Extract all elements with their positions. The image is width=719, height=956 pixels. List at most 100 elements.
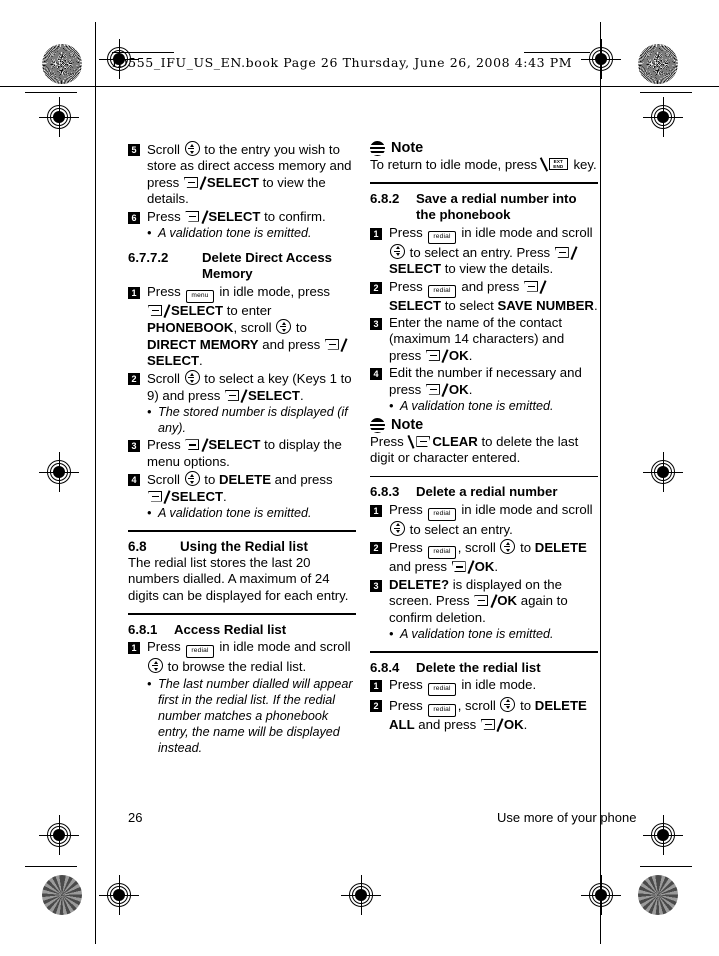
step-text: Press redial in idle mode and scroll to … — [389, 224, 593, 277]
softkey-icon — [451, 560, 475, 575]
note-block: Note To return to idle mode, press EXT END… — [370, 140, 598, 173]
emphasis-text: SELECT — [389, 261, 442, 277]
scroll-updown-icon — [276, 319, 292, 335]
bullet-text: A validation tone is emitted. — [400, 399, 554, 414]
redial-key-icon: redial — [428, 507, 456, 521]
step-bullet: • The stored number is displayed (if any)… — [147, 404, 356, 436]
emphasis-text: OK — [503, 716, 524, 732]
step-text: Scroll to select a key (Keys 1 to 9) and… — [147, 370, 352, 403]
header-file-info: ID555_IFU_US_EN.book Page 26 Thursday, J… — [112, 55, 573, 70]
emphasis-text: SELECT — [247, 387, 300, 403]
softkey-icon — [224, 389, 248, 403]
emphasis-text: SELECT — [208, 437, 261, 453]
section-title: Delete Direct Access Memory — [202, 250, 332, 282]
instruction-step: 5 Scroll to the entry you wish to store a… — [128, 141, 356, 208]
note-title: Note — [391, 417, 424, 434]
section-intro: The redial list stores the last 20 numbe… — [128, 554, 349, 603]
section-number: 6.8.3 — [370, 484, 400, 500]
crop-line-bottom-right-vertical — [600, 892, 601, 944]
end-key-icon: EXT END — [539, 157, 568, 172]
scroll-updown-icon — [184, 471, 200, 487]
step-text: Press SELECT to confirm. — [147, 208, 326, 224]
emphasis-text: OK — [497, 593, 518, 609]
scroll-updown-icon — [148, 658, 163, 674]
header-bottom-rule — [0, 86, 719, 87]
section-number: 6.8 — [128, 538, 147, 554]
crop-line-right-horizontal-top — [640, 92, 692, 93]
instruction-step: 3 Press SELECT to display the menu option… — [128, 437, 356, 470]
header-rule-left — [112, 52, 174, 53]
emphasis-text: DIRECT MEMORY — [147, 336, 259, 352]
step-text: Enter the name of the contact (maximum 1… — [389, 315, 565, 363]
instruction-step: 2 Press redial, scroll to DELETE and pres… — [370, 539, 598, 575]
softkey-icon — [425, 382, 449, 397]
note-block: Note Press CLEAR to delete the last digit… — [370, 417, 598, 467]
instruction-step: 3 Enter the name of the contact (maximum … — [370, 315, 598, 364]
note-icon — [370, 140, 385, 156]
softkey-icon — [523, 279, 547, 294]
step-bullet: • A validation tone is emitted. — [147, 225, 356, 241]
registration-mark-bottom-right-inner — [581, 875, 621, 915]
section-divider — [128, 529, 356, 532]
softkey-icon — [554, 246, 578, 260]
step-number: 1 — [128, 642, 140, 655]
emphasis-text: DELETE? — [389, 576, 450, 592]
step-text: DELETE? is displayed on the screen. Pres… — [389, 576, 568, 625]
emphasis-text: SELECT — [389, 297, 442, 313]
softkey-icon — [324, 337, 348, 352]
softkey-icon — [148, 304, 171, 318]
bullet-marker: • — [147, 505, 152, 520]
emphasis-text: DELETE — [218, 472, 271, 488]
redial-key-icon: redial — [428, 682, 456, 696]
bullet-marker: • — [147, 226, 152, 241]
crop-line-left-horizontal-bottom — [25, 866, 77, 867]
note-text: To return to idle mode, press EXT END key… — [370, 157, 597, 172]
section-divider — [370, 182, 598, 184]
softkey-icon — [183, 176, 207, 190]
bullet-text: A validation tone is emitted. — [158, 226, 312, 241]
section-title: Delete the redial list — [416, 659, 541, 675]
section-heading: 6.8 Using the Redial list — [128, 539, 356, 555]
note-icon — [370, 417, 385, 433]
section-heading: 6.8.3 Delete a redial number — [370, 484, 598, 500]
registration-mark-left-middle — [39, 452, 79, 492]
instruction-step: 1 Press menu in idle mode, press SELECT t… — [128, 284, 356, 370]
step-bullet: • The last number dialled will appear fir… — [147, 676, 356, 756]
step-number: 1 — [128, 286, 140, 299]
section-divider — [370, 650, 598, 653]
step-number: 1 — [370, 679, 382, 692]
crop-line-middle-left-vertical — [95, 74, 96, 892]
crop-line-left-horizontal-top — [25, 92, 77, 93]
step-number: 1 — [370, 227, 382, 240]
bullet-text: A validation tone is emitted. — [400, 626, 554, 641]
instruction-step: 6 Press SELECT to confirm. — [128, 209, 356, 225]
step-number: 4 — [128, 474, 140, 487]
note-title: Note — [391, 140, 424, 156]
left-column: 5 Scroll to the entry you wish to store a… — [128, 140, 356, 756]
emphasis-text: OK — [448, 381, 469, 397]
step-number: 3 — [370, 318, 382, 331]
scroll-updown-icon — [500, 539, 516, 555]
step-text: Press redial in idle mode and scroll to … — [147, 639, 351, 675]
redial-key-icon: redial — [428, 703, 456, 717]
bullet-text: The stored number is displayed (if any). — [158, 405, 348, 436]
emphasis-text: SELECT — [147, 353, 200, 369]
instruction-step: 2 Press redial and press SELECT to select… — [370, 279, 598, 314]
section-number: 6.8.4 — [370, 659, 400, 675]
step-number: 1 — [370, 504, 382, 517]
step-number: 4 — [370, 368, 382, 381]
section-heading: 6.8.2 Save a redial number into the phone… — [370, 191, 598, 224]
instruction-step: 2 Scroll to select a key (Keys 1 to 9) an… — [128, 370, 356, 404]
softkey-icon — [425, 349, 449, 363]
step-bullet: • A validation tone is emitted. — [389, 398, 598, 414]
step-text: Press menu in idle mode, press SELECT to… — [147, 284, 356, 370]
emphasis-text: OK — [448, 347, 469, 363]
step-number: 2 — [370, 699, 382, 712]
step-number: 2 — [128, 373, 140, 386]
scroll-updown-icon — [500, 696, 516, 712]
instruction-step: 1 Press redial in idle mode and scroll to… — [370, 225, 598, 278]
crop-line-top-left-vertical — [95, 22, 96, 74]
instruction-step: 1 Press redial in idle mode and scroll to… — [128, 639, 356, 675]
section-title: Using the Redial list — [180, 538, 308, 554]
emphasis-text: OK — [474, 559, 495, 575]
